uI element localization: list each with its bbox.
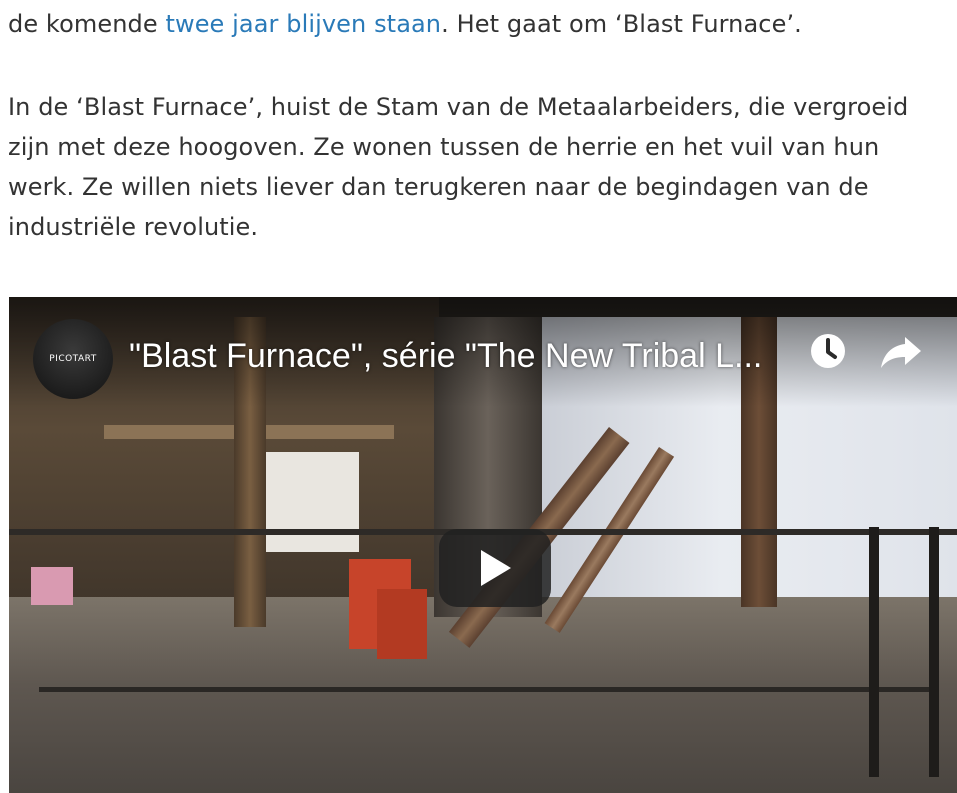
- play-icon: [481, 550, 511, 586]
- watch-later-button[interactable]: [804, 327, 852, 375]
- share-button[interactable]: [877, 327, 925, 375]
- thumbnail-red-block-2: [377, 589, 427, 659]
- line1-prefix: de komende: [8, 10, 166, 38]
- thumbnail-pink-object: [31, 567, 73, 605]
- play-button[interactable]: [439, 529, 551, 607]
- share-arrow-icon: [881, 337, 921, 368]
- article-paragraph-2: In de ‘Blast Furnace’, huist de Stam van…: [8, 93, 909, 241]
- video-title[interactable]: "Blast Furnace", série "The New Tribal L…: [129, 333, 789, 379]
- article-link[interactable]: twee jaar blijven staan: [165, 10, 441, 38]
- thumbnail-tripod: [869, 527, 939, 777]
- article-line-1: de komende twee jaar blijven staan. Het …: [8, 4, 802, 44]
- embedded-video-player[interactable]: PICOTART "Blast Furnace", série "The New…: [9, 297, 957, 793]
- channel-logo-text: PICOTART: [49, 354, 97, 364]
- thumbnail-rail-lower: [39, 687, 939, 692]
- thumbnail-banner: [264, 452, 359, 552]
- clock-icon: [811, 334, 845, 368]
- channel-avatar[interactable]: PICOTART: [33, 319, 113, 399]
- line1-suffix: . Het gaat om ‘Blast Furnace’.: [441, 10, 802, 38]
